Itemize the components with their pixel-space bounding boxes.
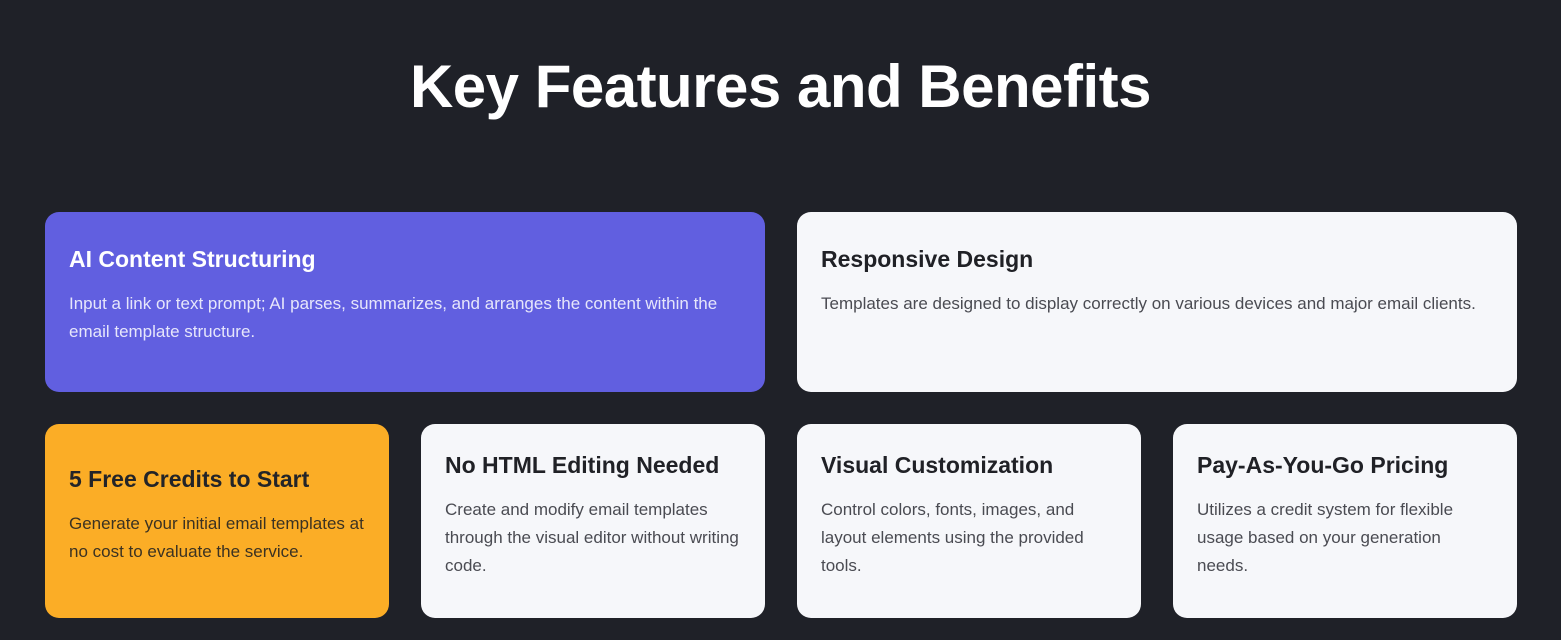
feature-card-description: Templates are designed to display correc… xyxy=(821,294,1476,313)
feature-card-description: Generate your initial email templates at… xyxy=(69,514,364,561)
feature-card-responsive-design: Responsive Design Templates are designed… xyxy=(797,212,1517,392)
feature-card-description: Control colors, fonts, images, and layou… xyxy=(821,500,1084,575)
feature-card-free-credits: 5 Free Credits to Start Generate your in… xyxy=(45,424,389,618)
feature-card-ai-content-structuring: AI Content Structuring Input a link or t… xyxy=(45,212,765,392)
feature-card-title: No HTML Editing Needed xyxy=(445,452,720,478)
feature-card-title: Responsive Design xyxy=(821,246,1034,272)
feature-card-description: Utilizes a credit system for flexible us… xyxy=(1197,500,1454,575)
feature-card-no-html-editing: No HTML Editing Needed Create and modify… xyxy=(421,424,765,618)
feature-card-pay-as-you-go: Pay-As-You-Go Pricing Utilizes a credit … xyxy=(1173,424,1517,618)
feature-card-title: Visual Customization xyxy=(821,452,1054,478)
feature-card-title: AI Content Structuring xyxy=(69,246,316,272)
feature-card-description: Input a link or text prompt; AI parses, … xyxy=(69,294,718,341)
page-title: Key Features and Benefits xyxy=(409,53,1152,120)
feature-card-title: 5 Free Credits to Start xyxy=(69,466,310,492)
feature-card-description: Create and modify email templates throug… xyxy=(445,500,739,575)
feature-card-visual-customization: Visual Customization Control colors, fon… xyxy=(797,424,1141,618)
feature-card-title: Pay-As-You-Go Pricing xyxy=(1197,452,1449,478)
